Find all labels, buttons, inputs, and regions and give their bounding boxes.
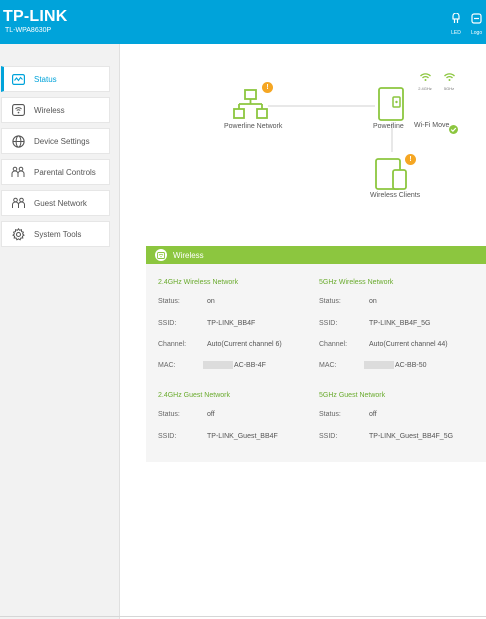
- guest24-status-value: off: [207, 411, 215, 418]
- powerline-device-node[interactable]: [378, 87, 404, 126]
- guest24-status-key: Status:: [158, 411, 180, 418]
- powerline-network-node[interactable]: [233, 89, 269, 126]
- net5-status-key: Status:: [319, 298, 341, 305]
- wireless-panel-title: Wireless: [173, 250, 204, 260]
- bottom-divider: [0, 616, 486, 617]
- powerline-network-label: Powerline Network: [224, 123, 283, 130]
- wifi-move-label: Wi-Fi Move: [414, 122, 450, 129]
- guest5-status-value: off: [369, 411, 377, 418]
- wifi-move-check-icon: [449, 121, 458, 139]
- net5-ssid-value: TP-LINK_BB4F_5G: [369, 320, 431, 327]
- guest5-ssid-value: TP-LINK_Guest_BB4F_5G: [369, 433, 454, 440]
- wireless-clients-node[interactable]: [375, 158, 409, 195]
- powerline-network-alert-badge[interactable]: !: [262, 82, 273, 93]
- wireless-panel-header: Wireless: [146, 246, 486, 264]
- net5-ssid-key: SSID:: [319, 320, 338, 327]
- network-icon: [233, 89, 268, 119]
- devices-icon: [375, 158, 407, 190]
- band-24-indicator: 2.4GHz: [417, 68, 433, 91]
- net5-mac-key: MAC:: [319, 362, 337, 369]
- net24-mac-key: MAC:: [158, 362, 176, 369]
- mac-redaction: [364, 361, 394, 369]
- guest5-status-key: Status:: [319, 411, 341, 418]
- net24-status-value: on: [207, 298, 215, 305]
- band-5-indicator: 5GHz: [441, 68, 457, 91]
- wireless-clients-alert-badge[interactable]: !: [405, 154, 416, 165]
- net24-mac-value: AC-BB-4F: [234, 361, 266, 369]
- guest24-title: 2.4GHz Guest Network: [158, 392, 230, 399]
- powerline-label: Powerline: [373, 123, 404, 130]
- mac-redaction: [203, 361, 233, 369]
- net24-ssid-value: TP-LINK_BB4F: [207, 320, 256, 327]
- net5-channel-value: Auto(Current channel 44): [369, 341, 448, 348]
- net24-title: 2.4GHz Wireless Network: [158, 279, 239, 286]
- wireless-icon: [155, 249, 167, 261]
- net5-status-value: on: [369, 298, 377, 305]
- net5-mac-row: AC-BB-50: [364, 361, 427, 369]
- guest24-ssid-key: SSID:: [158, 433, 177, 440]
- guest24-ssid-value: TP-LINK_Guest_BB4F: [207, 433, 278, 440]
- guest5-ssid-key: SSID:: [319, 433, 338, 440]
- wifi-signal-icon: [443, 73, 455, 81]
- wifi-signal-icon: [419, 73, 431, 81]
- net24-status-key: Status:: [158, 298, 180, 305]
- net5-mac-value: AC-BB-50: [395, 361, 427, 369]
- wireless-clients-label: Wireless Clients: [370, 192, 421, 199]
- band-5-label: 5GHz: [443, 86, 455, 91]
- powerline-device-icon: [378, 87, 404, 121]
- net24-channel-key: Channel:: [158, 341, 187, 348]
- band-24-label: 2.4GHz: [418, 86, 432, 91]
- net24-channel-value: Auto(Current channel 6): [207, 341, 282, 348]
- guest5-title: 5GHz Guest Network: [319, 392, 386, 399]
- net5-title: 5GHz Wireless Network: [319, 279, 394, 286]
- net24-mac-row: AC-BB-4F: [203, 361, 266, 369]
- net24-ssid-key: SSID:: [158, 320, 177, 327]
- net5-channel-key: Channel:: [319, 341, 348, 348]
